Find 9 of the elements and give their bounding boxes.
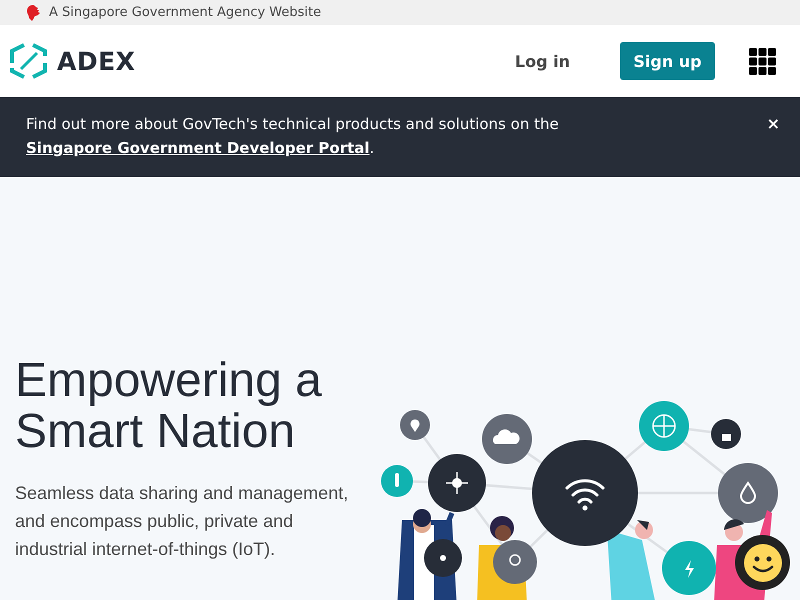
logo-text[interactable]: ADEX [57, 46, 136, 76]
login-button[interactable]: Log in [506, 44, 578, 78]
developer-portal-link[interactable]: Singapore Government Developer Portal [26, 139, 370, 157]
banner-message: Find out more about GovTech's technical products and solutions on the Singapore Government Developer Portal. [26, 114, 560, 159]
hero-description: Seamless data sharing and management, and encompass public, private and industrial internet-of-things (IoT). [15, 482, 350, 561]
government-agency-text: A Singapore Government Agency Website [49, 5, 322, 20]
hero-heading: Empowering a Smart Nation [15, 355, 323, 457]
signup-button[interactable]: Sign up [620, 42, 715, 80]
close-button[interactable]: × [762, 112, 784, 136]
